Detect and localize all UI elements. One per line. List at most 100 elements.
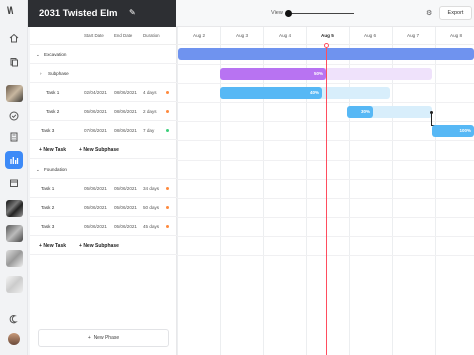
add-actions-row: + New Task + New Subphase xyxy=(30,236,177,255)
table-row[interactable]: Task 2 05/06/2021 05/06/2021 50 days xyxy=(30,198,177,217)
check-circle-icon[interactable] xyxy=(9,111,19,121)
home-icon[interactable] xyxy=(9,33,19,43)
new-subphase-button[interactable]: + New Subphase xyxy=(79,147,119,153)
new-subphase-button[interactable]: + New Subphase xyxy=(79,243,119,249)
date-label: Aug 3 xyxy=(236,33,249,38)
dependency-line xyxy=(431,113,432,125)
app-logo: \/\ xyxy=(7,6,13,17)
phase-label: Excavation xyxy=(44,52,67,57)
subphase-row[interactable]: › Subphase xyxy=(30,64,177,83)
new-task-button[interactable]: + New Task xyxy=(39,243,66,249)
task-duration: 2 days xyxy=(143,109,157,114)
table-row[interactable]: Task 3 05/06/2021 05/06/2021 45 days xyxy=(30,217,177,236)
edit-pencil-icon[interactable]: ✎ xyxy=(129,8,136,17)
new-subphase-label: New Subphase xyxy=(83,243,119,249)
task-start-date[interactable]: 02/04/2021 xyxy=(84,90,107,95)
project-title: 2031 Twisted Elm xyxy=(39,8,118,19)
dark-mode-moon-icon[interactable] xyxy=(9,314,19,324)
task-duration: 50 days xyxy=(143,205,160,210)
task-start-date[interactable]: 05/06/2021 xyxy=(84,224,107,229)
phase-label: Foundation xyxy=(44,167,67,172)
collapse-chevron-icon[interactable]: ⌄ xyxy=(36,167,40,173)
today-marker-dot xyxy=(324,43,329,48)
column-end-date: End Date xyxy=(114,33,133,38)
task2-bar[interactable]: 30% xyxy=(347,106,373,118)
task-start-date[interactable]: 05/06/2021 xyxy=(84,186,107,191)
new-task-button[interactable]: + New Task xyxy=(39,147,66,153)
table-row[interactable]: Task 1 05/06/2021 05/06/2021 34 days xyxy=(30,179,177,198)
status-dot xyxy=(166,110,169,113)
grid-line xyxy=(435,27,436,355)
status-dot xyxy=(166,129,169,132)
toolbar: View ⚙ Export xyxy=(176,0,474,27)
zoom-slider-knob[interactable] xyxy=(285,10,292,17)
task-end-date[interactable]: 08/06/2021 xyxy=(114,109,137,114)
task-duration: 34 days xyxy=(143,186,160,191)
status-dot xyxy=(166,206,169,209)
task-start-date[interactable]: 05/06/2021 xyxy=(84,109,107,114)
calculator-icon[interactable] xyxy=(9,132,19,142)
export-button[interactable]: Export xyxy=(439,6,472,20)
add-actions-row: + New Task + New Subphase xyxy=(30,140,177,159)
new-task-label: New Task xyxy=(43,243,67,249)
grid-line xyxy=(177,27,178,355)
task-name: Task 2 xyxy=(41,205,55,210)
subphase-label: Subphase xyxy=(48,71,69,76)
progress-label: 100% xyxy=(459,128,471,133)
today-date-label: Aug 5 xyxy=(321,33,334,38)
task-duration: 7 day xyxy=(143,128,155,133)
task-end-date[interactable]: 05/06/2021 xyxy=(114,224,137,229)
project-thumbnail-3[interactable] xyxy=(6,225,23,242)
today-marker-line xyxy=(326,45,327,355)
date-label: Aug 6 xyxy=(364,33,377,38)
project-header: 2031 Twisted Elm ✎ xyxy=(28,0,176,27)
phase-row-excavation[interactable]: ⌄ Excavation xyxy=(30,45,177,64)
task-name: Task 3 xyxy=(41,224,55,229)
progress-label: 40% xyxy=(309,90,319,95)
task1-bar[interactable]: 40% xyxy=(220,87,322,99)
calendar-icon[interactable] xyxy=(9,178,19,188)
new-phase-button[interactable]: + New Phase xyxy=(38,329,169,347)
task-end-date[interactable]: 05/06/2021 xyxy=(114,186,137,191)
gantt-chart: Aug 2 Aug 3 Aug 4 Aug 5 Aug 6 Aug 7 Aug … xyxy=(177,27,474,355)
task-start-date[interactable]: 05/06/2021 xyxy=(84,205,107,210)
task-name: Task 1 xyxy=(41,186,55,191)
task-name: Task 2 xyxy=(46,109,60,114)
task-table: Start Date End Date Duration ⌄ Excavatio… xyxy=(30,27,177,355)
table-row[interactable]: Task 1 02/04/2021 08/06/2021 4 days xyxy=(30,83,177,102)
progress-label: 30% xyxy=(360,109,370,114)
collapse-chevron-icon[interactable]: ⌄ xyxy=(36,52,40,58)
date-label: Aug 2 xyxy=(193,33,206,38)
user-avatar[interactable] xyxy=(8,333,20,345)
task-end-date[interactable]: 05/06/2021 xyxy=(114,205,137,210)
task-name: Task 1 xyxy=(46,90,60,95)
project-thumbnail-4[interactable] xyxy=(6,250,23,267)
zoom-slider-track[interactable] xyxy=(289,13,354,14)
status-dot xyxy=(166,187,169,190)
task-duration: 45 days xyxy=(143,224,160,229)
documents-icon[interactable] xyxy=(9,57,19,67)
task3-bar[interactable]: 100% xyxy=(432,125,474,137)
new-task-label: New Task xyxy=(43,147,67,153)
project-thumbnail-5[interactable] xyxy=(6,276,23,293)
project-thumbnail-2[interactable] xyxy=(6,200,23,217)
collapse-chevron-icon[interactable]: › xyxy=(40,71,42,76)
table-row[interactable]: Task 2 05/06/2021 08/06/2021 2 days xyxy=(30,102,177,121)
subphase-bar[interactable]: 50% xyxy=(220,68,326,80)
task-end-date[interactable]: 08/06/2021 xyxy=(114,90,137,95)
table-header: Start Date End Date Duration xyxy=(30,27,177,45)
gear-icon[interactable]: ⚙ xyxy=(426,9,432,17)
task-end-date[interactable]: 08/06/2021 xyxy=(114,128,137,133)
column-start-date: Start Date xyxy=(84,33,104,38)
date-label: Aug 8 xyxy=(450,33,463,38)
table-row[interactable]: Task 3 07/06/2021 08/06/2021 7 day xyxy=(30,121,177,140)
status-dot xyxy=(166,91,169,94)
progress-label: 50% xyxy=(313,71,323,76)
task-start-date[interactable]: 07/06/2021 xyxy=(84,128,107,133)
date-label: Aug 4 xyxy=(279,33,292,38)
phase-row-foundation[interactable]: ⌄ Foundation xyxy=(30,160,177,179)
bar-chart-icon xyxy=(10,157,19,164)
task-name: Task 3 xyxy=(41,128,55,133)
project-thumbnail-1[interactable] xyxy=(6,85,23,102)
app-rail: \/\ xyxy=(0,0,28,355)
